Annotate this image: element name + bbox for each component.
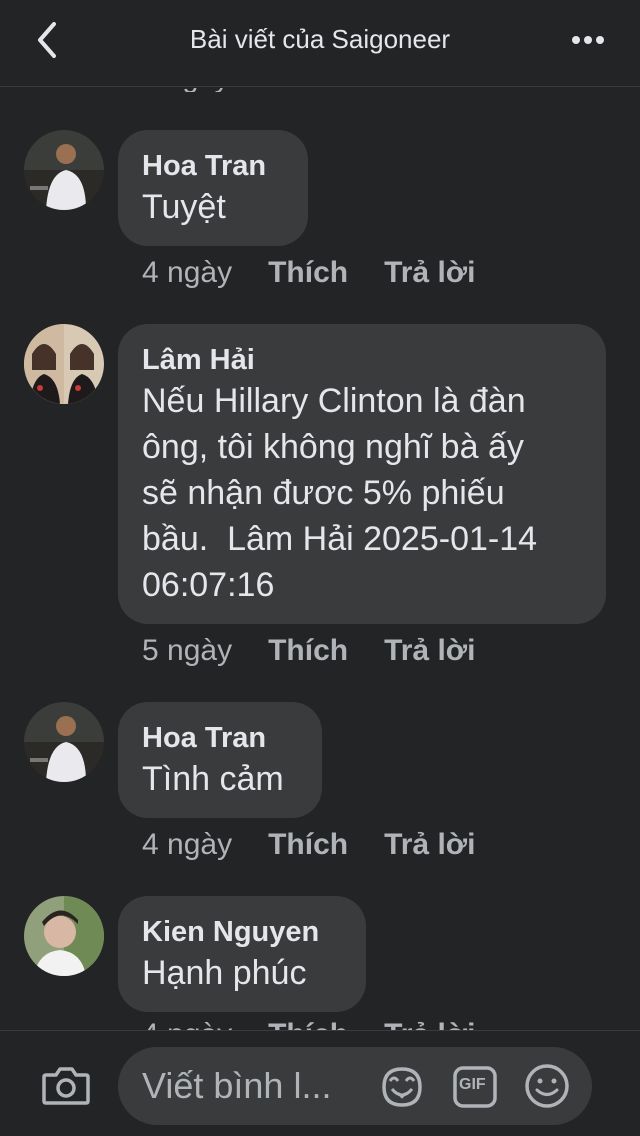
comment-text-line: 06:07:16 (142, 566, 275, 604)
comment-meta: 4 ngày Thích Trả lời (142, 828, 475, 862)
reply-button[interactable]: Trả lời (384, 256, 475, 289)
comment-input-placeholder: Viết bình l... (142, 1065, 332, 1106)
comment-text-line: sẽ nhận đươc 5% phiếu (142, 474, 505, 512)
avatar[interactable] (24, 896, 104, 976)
comment-text-line: bầu. Lâm Hải 2025-01-14 (142, 520, 538, 558)
comment-text: Tuyệt (142, 188, 226, 226)
comment-bubble[interactable]: Kien Nguyen Hạnh phúc (118, 896, 366, 1012)
camera-button[interactable] (40, 1061, 92, 1109)
avatar[interactable] (24, 324, 104, 404)
like-button[interactable]: Thích (268, 828, 348, 861)
avatar-photo (24, 130, 104, 210)
avatar[interactable] (24, 130, 104, 210)
reply-button[interactable]: Trả lời (384, 828, 475, 861)
gif-button[interactable]: GIF (452, 1065, 498, 1109)
top-bar: Bài viết của Saigoneer (0, 0, 640, 87)
like-button[interactable]: Thích (268, 256, 348, 289)
comments-screen: Bài viết của Saigoneer 1 ngày Thích Trả … (0, 0, 640, 1136)
comment-author[interactable]: Hoa Tran (142, 720, 298, 756)
emoji-button[interactable] (522, 1061, 572, 1111)
comment-bubble[interactable]: Hoa Tran Tuyệt (118, 130, 308, 246)
comment-meta: 4 ngày Thích Trả lời (142, 256, 475, 290)
comment-author[interactable]: Kien Nguyen (142, 914, 342, 950)
avatar-photo (24, 896, 104, 976)
avatar[interactable] (24, 702, 104, 782)
reply-button[interactable]: Trả lời (384, 634, 475, 667)
page-title: Bài viết của Saigoneer (189, 24, 451, 54)
gif-label: GIF (459, 1076, 486, 1093)
comment-time: 5 ngày (142, 634, 233, 667)
like-button[interactable]: Thích (268, 634, 348, 667)
sticker-icon (382, 1067, 422, 1107)
sticker-button[interactable] (378, 1063, 426, 1111)
comment-meta: 5 ngày Thích Trả lời (142, 634, 475, 668)
comment-text: Tình cảm (142, 760, 284, 798)
avatar-photo (24, 702, 104, 782)
comment-bubble[interactable]: Hoa Tran Tình cảm (118, 702, 322, 818)
comment-bubble[interactable]: Lâm Hải Nếu Hillary Clinton là đàn ông, … (118, 324, 606, 624)
comment-text: Hạnh phúc (142, 954, 307, 992)
more-dots-icon (572, 36, 580, 44)
camera-icon (42, 1067, 90, 1105)
emoji-icon (525, 1064, 569, 1108)
comment-time: 4 ngày (142, 256, 233, 289)
avatar-photo (24, 324, 104, 404)
comment-author[interactable]: Lâm Hải (142, 342, 582, 378)
comment-author[interactable]: Hoa Tran (142, 148, 284, 184)
more-options-button[interactable] (570, 28, 618, 52)
comment-text-line: ông, tôi không nghĩ bà ấy (142, 428, 524, 466)
comment-text-line: Nếu Hillary Clinton là đàn (142, 382, 526, 420)
comment-input[interactable]: Viết bình l... GIF (118, 1047, 592, 1125)
comment-time: 4 ngày (142, 828, 233, 861)
comment-composer: Viết bình l... GIF (0, 1030, 640, 1136)
